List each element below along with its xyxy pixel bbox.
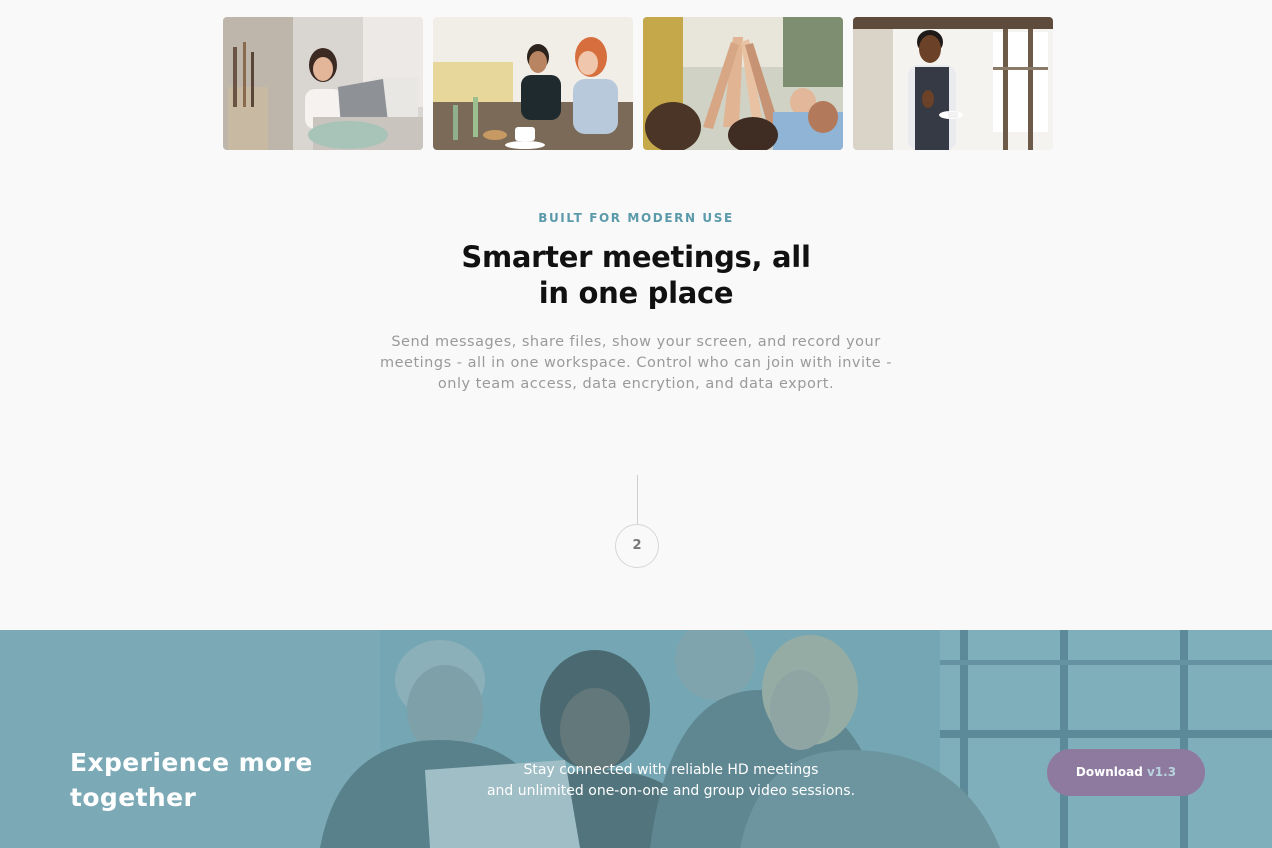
banner-text: Stay connected with reliable HD meetings… — [421, 760, 921, 802]
photo-team-high-five — [643, 17, 843, 150]
section-description: Send messages, share files, show your sc… — [356, 332, 916, 395]
banner-text-line-2: and unlimited one-on-one and group video… — [486, 783, 856, 799]
description-line-2: meetings - all in one workspace. Control… — [380, 355, 892, 371]
download-button[interactable]: Download v1.3 — [1047, 749, 1205, 796]
description-line-3: only team access, data encrytion, and da… — [437, 376, 835, 392]
photo-team-high-five-image — [643, 17, 843, 150]
banner-background-image — [0, 630, 1272, 848]
headline-line-1: Smarter meetings, all — [461, 240, 811, 274]
banner-title-line-2: together — [70, 783, 197, 812]
cta-banner: Experience more together Stay connected … — [0, 630, 1272, 848]
photo-man-thumbs-up — [853, 17, 1053, 150]
photo-woman-laptop-image — [223, 17, 423, 150]
headline-line-2: in one place — [538, 276, 734, 310]
section-eyebrow: BUILT FOR MODERN USE — [538, 211, 734, 225]
step-number-badge: 2 — [615, 524, 659, 568]
photo-man-thumbs-up-image — [853, 17, 1053, 150]
photo-gallery — [223, 17, 1053, 150]
banner-title: Experience more together — [70, 745, 313, 815]
banner-text-line-1: Stay connected with reliable HD meetings — [523, 762, 819, 778]
photo-meeting-table — [433, 17, 633, 150]
description-line-1: Send messages, share files, show your sc… — [391, 334, 881, 350]
banner-title-line-1: Experience more — [70, 748, 313, 777]
download-button-version: v1.3 — [1146, 765, 1177, 779]
download-button-label: Download — [1075, 765, 1143, 779]
section-headline: Smarter meetings, all in one place — [386, 239, 886, 311]
step-connector-line — [637, 475, 638, 525]
photo-woman-laptop — [223, 17, 423, 150]
photo-meeting-table-image — [433, 17, 633, 150]
